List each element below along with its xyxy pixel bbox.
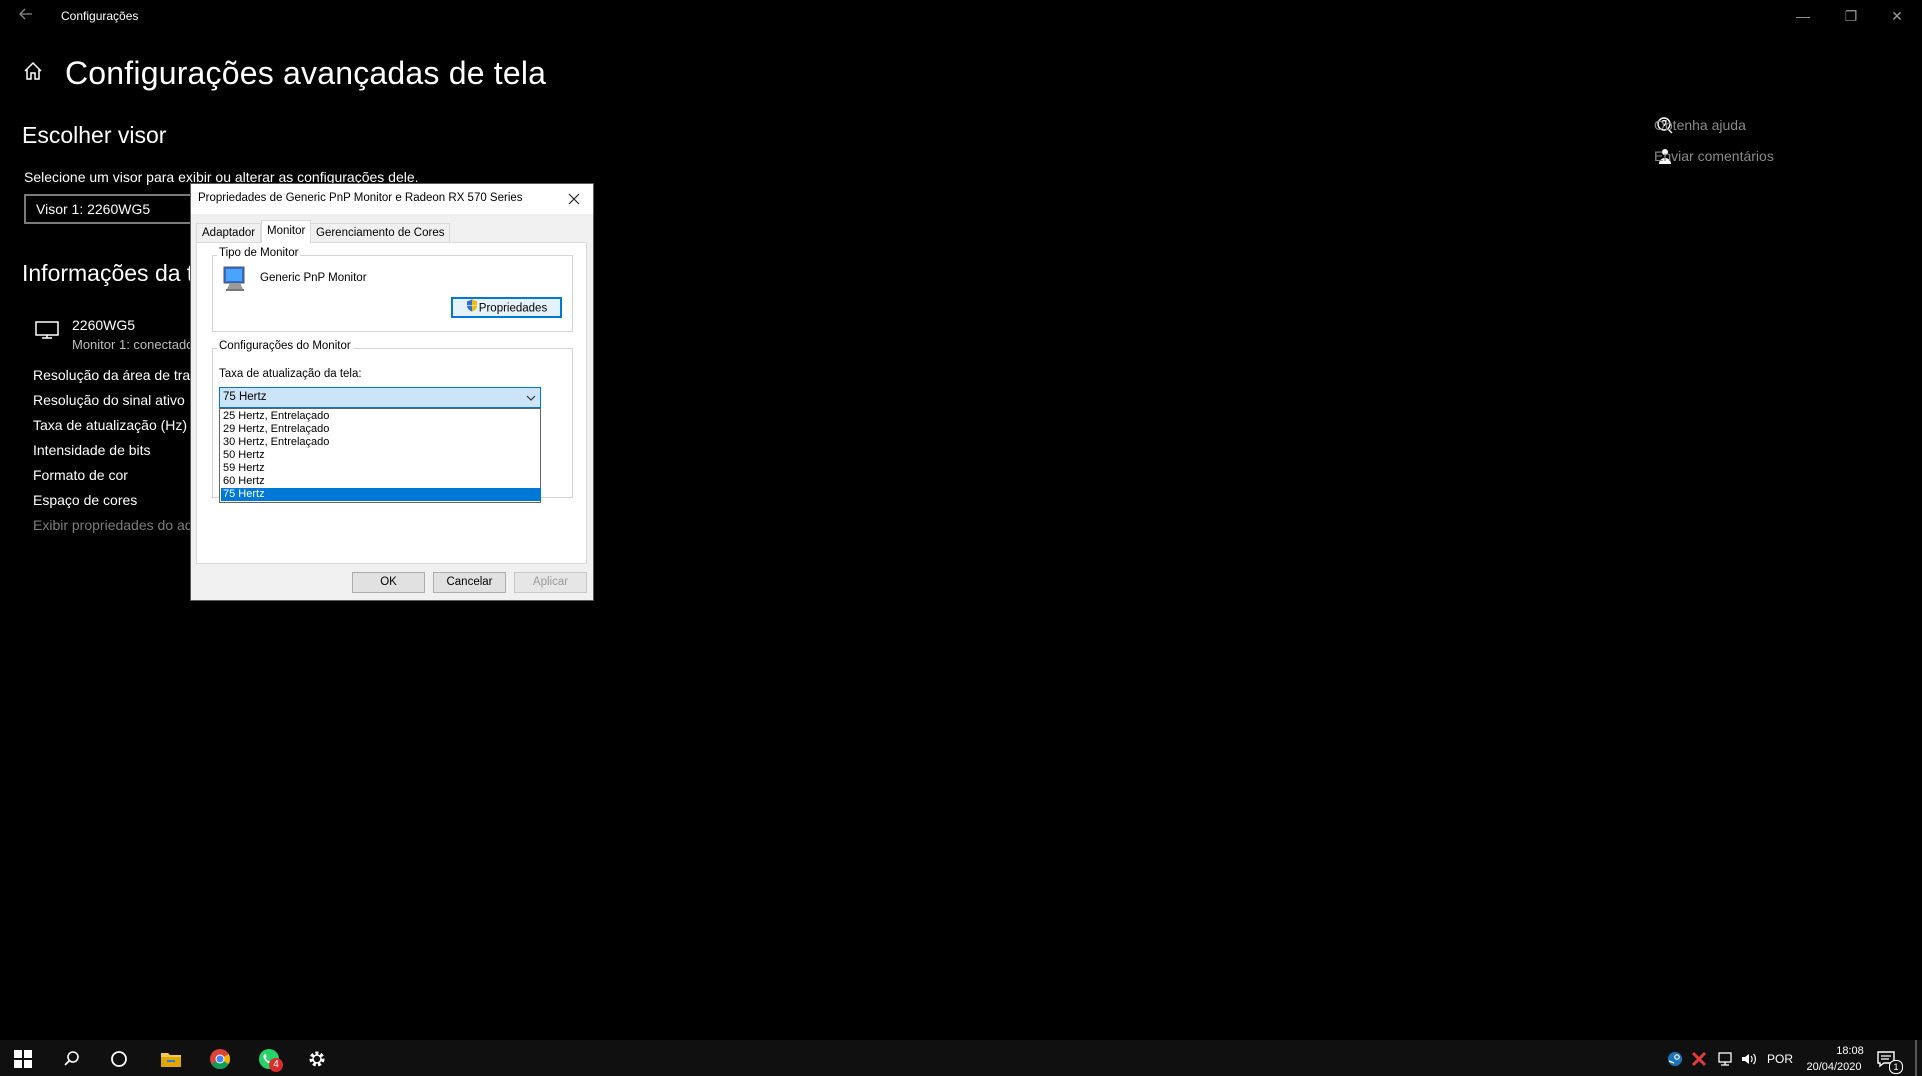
language-indicator[interactable]: POR xyxy=(1767,1052,1793,1066)
settings-gear-icon[interactable] xyxy=(307,1049,327,1074)
cancel-button[interactable]: Cancelar xyxy=(433,572,506,593)
chevron-down-icon[interactable] xyxy=(526,393,536,405)
dropdown-option[interactable]: 50 Hertz xyxy=(221,449,541,462)
chrome-icon[interactable] xyxy=(209,1048,231,1075)
monitor-name: 2260WG5 xyxy=(72,317,136,333)
uac-shield-icon xyxy=(466,299,478,318)
choose-display-heading: Escolher visor xyxy=(22,122,167,148)
display-select-value: Visor 1: 2260WG5 xyxy=(36,201,151,217)
home-icon[interactable] xyxy=(22,60,46,84)
monitor-properties-dialog: Propriedades de Generic PnP Monitor e Ra… xyxy=(190,183,594,601)
info-row-color-space: Espaço de cores xyxy=(33,492,138,508)
dialog-close-icon[interactable] xyxy=(563,188,585,210)
window-title: Configurações xyxy=(61,9,139,23)
ok-button[interactable]: OK xyxy=(352,572,425,593)
file-explorer-icon[interactable] xyxy=(160,1050,182,1073)
steam-tray-icon[interactable] xyxy=(1667,1051,1683,1072)
send-feedback-link[interactable]: Enviar comentários xyxy=(1654,148,1774,164)
whatsapp-badge: 4 xyxy=(269,1058,283,1072)
tab-adapter[interactable]: Adaptador xyxy=(196,223,262,242)
refresh-rate-dropdown: 25 Hertz, Entrelaçado 29 Hertz, Entrelaç… xyxy=(219,408,541,503)
show-desktop-button[interactable] xyxy=(1915,1040,1917,1076)
refresh-rate-label: Taxa de atualização da tela: xyxy=(219,368,362,380)
close-window-button[interactable]: ✕ xyxy=(1874,0,1920,32)
taskbar: 4 POR 18:08 20/04/2020 1 xyxy=(0,1040,1922,1076)
back-arrow-icon[interactable] xyxy=(18,6,34,27)
info-row-active-signal-resolution: Resolução do sinal ativo xyxy=(33,392,185,408)
get-help-link[interactable]: Obtenha ajuda xyxy=(1654,117,1746,133)
dropdown-option[interactable]: 29 Hertz, Entrelaçado xyxy=(221,423,541,436)
dropdown-option-selected[interactable]: 75 Hertz xyxy=(221,488,541,501)
monitor-properties-button[interactable]: Propriedades xyxy=(451,297,562,318)
monitor-type-label: Tipo de Monitor xyxy=(217,247,301,259)
refresh-rate-combo[interactable]: 75 Hertz xyxy=(219,387,541,408)
cortana-icon[interactable] xyxy=(110,1050,128,1073)
clock-time[interactable]: 18:08 xyxy=(1820,1045,1880,1057)
apply-button[interactable]: Aplicar xyxy=(514,572,587,593)
monitor-tab-panel: Tipo de Monitor Generic PnP Monitor Prop… xyxy=(196,242,587,564)
info-row-bit-depth: Intensidade de bits xyxy=(33,442,151,458)
info-row-color-format: Formato de cor xyxy=(33,467,128,483)
volume-tray-icon[interactable] xyxy=(1740,1051,1758,1072)
dropdown-option[interactable]: 30 Hertz, Entrelaçado xyxy=(221,436,541,449)
network-tray-icon[interactable] xyxy=(1716,1051,1734,1072)
dropdown-option[interactable]: 59 Hertz xyxy=(221,462,541,475)
generic-monitor-icon xyxy=(221,265,249,296)
restore-button[interactable]: ❐ xyxy=(1828,0,1874,32)
search-icon[interactable] xyxy=(63,1050,81,1073)
monitor-status: Monitor 1: conectado xyxy=(72,337,194,352)
refresh-rate-selected: 75 Hertz xyxy=(223,391,267,403)
monitor-icon xyxy=(34,320,60,345)
monitor-type-name: Generic PnP Monitor xyxy=(260,272,367,284)
clock-date[interactable]: 20/04/2020 xyxy=(1799,1061,1869,1073)
dropdown-option[interactable]: 60 Hertz xyxy=(221,475,541,488)
monitor-settings-label: Configurações do Monitor xyxy=(217,340,353,352)
minimize-button[interactable]: — xyxy=(1780,0,1826,32)
monitor-properties-button-label: Propriedades xyxy=(478,302,548,315)
dialog-title: Propriedades de Generic PnP Monitor e Ra… xyxy=(198,192,523,204)
dialog-title-bar: Propriedades de Generic PnP Monitor e Ra… xyxy=(191,184,593,214)
notifications-badge: 1 xyxy=(1889,1060,1903,1074)
tab-monitor[interactable]: Monitor xyxy=(261,220,312,243)
dropdown-option[interactable]: 25 Hertz, Entrelaçado xyxy=(221,410,541,423)
windows-start-icon[interactable] xyxy=(14,1050,32,1073)
page-title: Configurações avançadas de tela xyxy=(65,55,547,91)
tab-color-management[interactable]: Gerenciamento de Cores xyxy=(310,223,451,242)
security-tray-icon[interactable] xyxy=(1691,1051,1707,1072)
info-row-refresh-rate: Taxa de atualização (Hz) xyxy=(33,417,188,433)
title-bar: Configurações — ❐ ✕ xyxy=(0,0,1922,32)
monitor-type-group xyxy=(212,255,573,332)
